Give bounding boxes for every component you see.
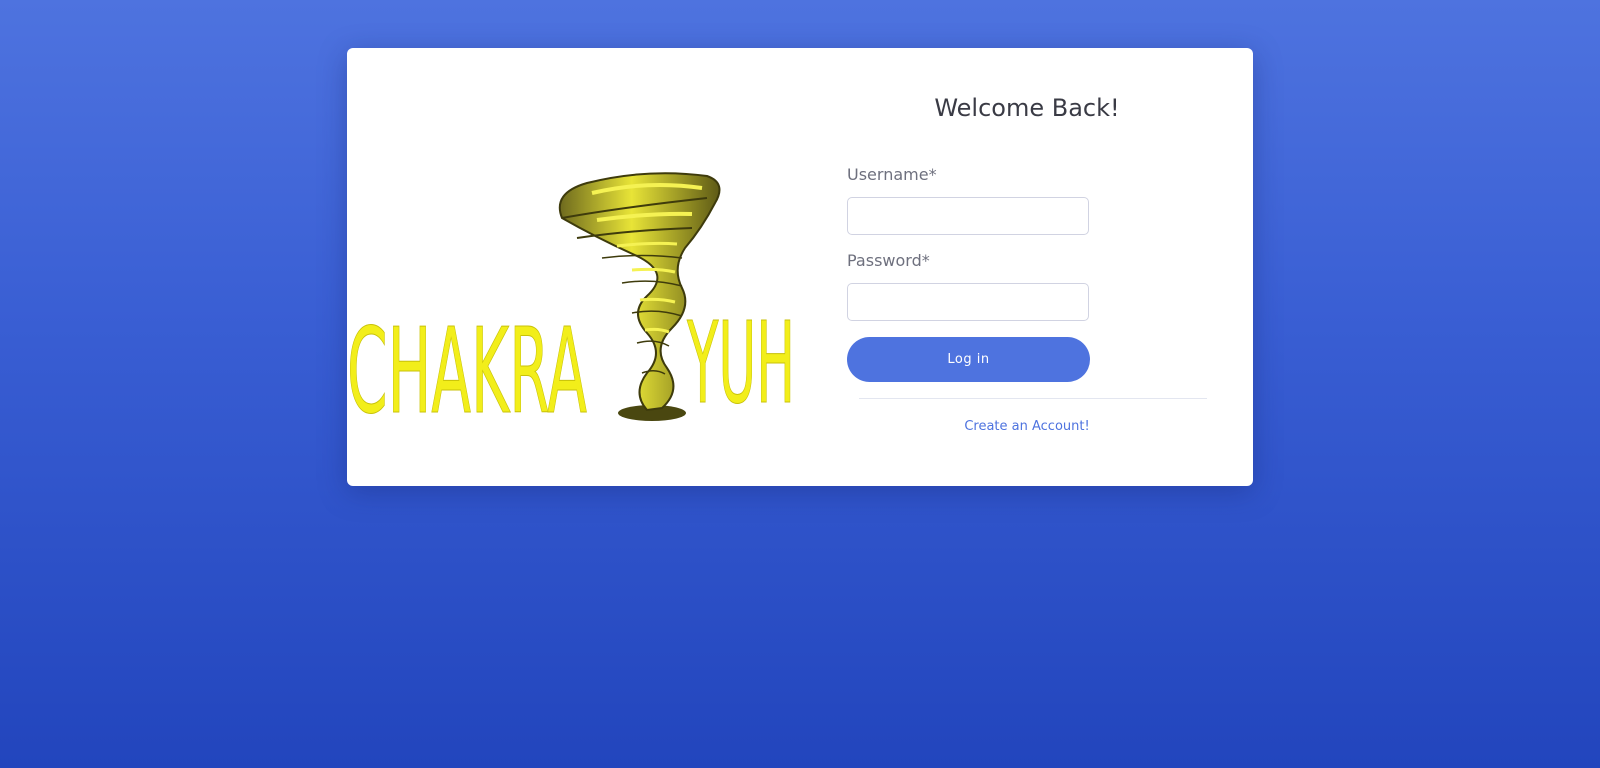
password-input[interactable] xyxy=(847,283,1089,321)
login-card: CHAKRA YUH Welcome Back! Username* Passw… xyxy=(347,48,1253,486)
username-input[interactable] xyxy=(847,197,1089,235)
login-form: Welcome Back! Username* Password* Log in… xyxy=(847,48,1207,486)
logo-text-left: CHAKRA xyxy=(347,302,587,428)
chakra-yuh-logo: CHAKRA YUH xyxy=(347,158,802,441)
create-account-link[interactable]: Create an Account! xyxy=(847,419,1207,434)
logo-text-right: YUH xyxy=(687,299,795,428)
password-label: Password* xyxy=(847,251,930,270)
logo-graphic: CHAKRA YUH xyxy=(347,172,796,441)
page-title: Welcome Back! xyxy=(934,94,1120,122)
username-label: Username* xyxy=(847,165,937,184)
divider xyxy=(859,398,1207,399)
login-button[interactable]: Log in xyxy=(847,337,1090,382)
